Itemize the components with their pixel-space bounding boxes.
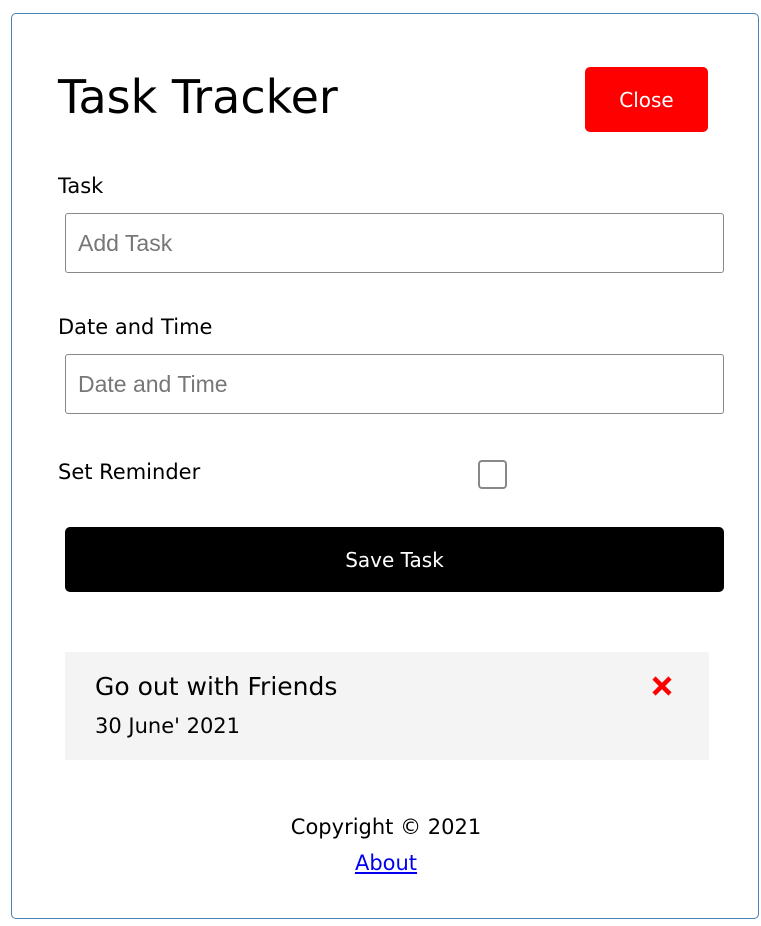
task-item[interactable]: Go out with Friends 30 June' 2021 <box>65 652 709 760</box>
about-link[interactable]: About <box>355 851 417 875</box>
task-date: 30 June' 2021 <box>95 714 241 738</box>
copyright-text: Copyright © 2021 <box>290 815 482 839</box>
datetime-input[interactable] <box>65 354 724 414</box>
task-label: Task <box>58 174 104 198</box>
save-task-button[interactable]: Save Task <box>65 527 724 592</box>
page-title: Task Tracker <box>58 70 338 124</box>
footer: Copyright © 2021 About <box>12 809 760 881</box>
reminder-label: Set Reminder <box>58 460 201 484</box>
reminder-checkbox[interactable] <box>478 460 507 489</box>
app-container: Task Tracker Close Task Date and Time Se… <box>11 13 759 919</box>
close-button[interactable]: Close <box>585 67 708 132</box>
datetime-label: Date and Time <box>58 315 213 339</box>
task-title: Go out with Friends <box>95 672 338 701</box>
task-input[interactable] <box>65 213 724 273</box>
times-icon[interactable] <box>650 674 674 698</box>
